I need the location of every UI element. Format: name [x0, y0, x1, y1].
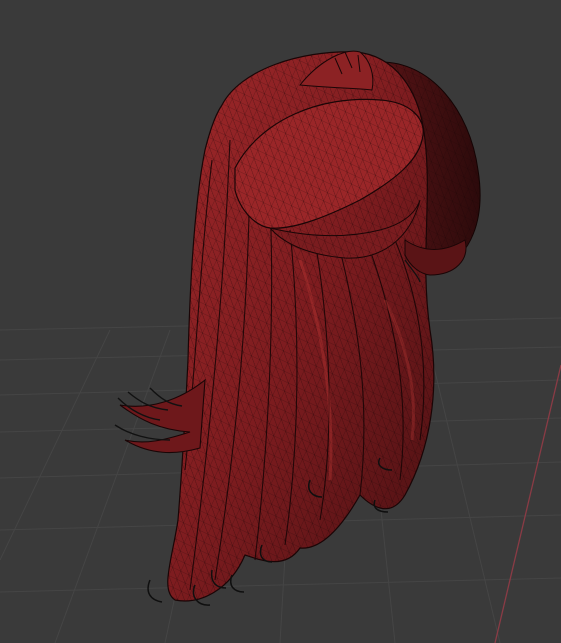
hair-mesh[interactable]: [114, 50, 481, 606]
3d-viewport[interactable]: [0, 0, 561, 643]
viewport-canvas[interactable]: [0, 0, 561, 643]
x-axis-line: [494, 364, 561, 643]
